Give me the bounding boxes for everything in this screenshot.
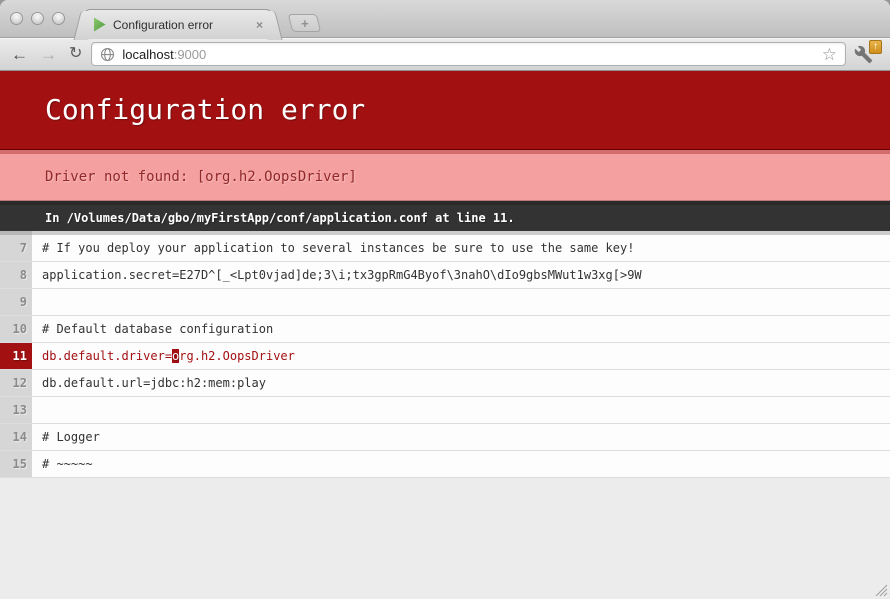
reload-button[interactable]: ↻ [66, 46, 85, 62]
address-bar[interactable]: localhost:9000 ☆ [91, 42, 846, 66]
back-button[interactable]: ← [8, 46, 31, 63]
line-code: # Logger [32, 424, 890, 450]
code-line-12: 12db.default.url=jdbc:h2:mem:play [0, 370, 890, 397]
window-resize-grip[interactable] [875, 584, 888, 597]
error-detail: Driver not found: [org.h2.OopsDriver] [0, 150, 890, 201]
tab-title: Configuration error [113, 18, 249, 32]
bookmark-star-icon[interactable]: ☆ [822, 46, 837, 63]
line-number: 10 [0, 316, 32, 342]
code-line-11: 11db.default.driver=org.h2.OopsDriver [0, 343, 890, 370]
line-number: 14 [0, 424, 32, 450]
url-port: :9000 [174, 47, 207, 62]
globe-icon [100, 47, 115, 62]
code-line-10: 10# Default database configuration [0, 316, 890, 343]
play-framework-favicon [93, 17, 106, 32]
error-page: Configuration error Driver not found: [o… [0, 71, 890, 599]
browser-window: Configuration error × + ← → ↻ localhost:… [0, 0, 890, 599]
tab-close-icon[interactable]: × [256, 19, 263, 31]
browser-toolbar: ← → ↻ localhost:9000 ☆ ↑ [0, 38, 890, 71]
line-code: application.secret=E27D^[_<Lpt0vjad]de;3… [32, 262, 890, 288]
source-code: 7# If you deploy your application to sev… [0, 231, 890, 478]
tab-configuration-error[interactable]: Configuration error × [84, 9, 272, 39]
line-code: db.default.driver=org.h2.OopsDriver [32, 343, 890, 369]
line-number: 13 [0, 397, 32, 423]
line-code: db.default.url=jdbc:h2:mem:play [32, 370, 890, 396]
code-line-9: 9 [0, 289, 890, 316]
line-number: 9 [0, 289, 32, 315]
code-line-7: 7# If you deploy your application to sev… [0, 231, 890, 262]
page-background [0, 478, 890, 599]
code-line-8: 8application.secret=E27D^[_<Lpt0vjad]de;… [0, 262, 890, 289]
line-number: 15 [0, 451, 32, 477]
window-controls [10, 12, 65, 25]
new-tab-button[interactable]: + [288, 14, 321, 32]
url-host: localhost [122, 47, 173, 62]
line-number: 12 [0, 370, 32, 396]
line-number: 11 [0, 343, 32, 369]
code-line-15: 15# ~~~~~ [0, 451, 890, 478]
code-line-13: 13 [0, 397, 890, 424]
window-zoom-button[interactable] [52, 12, 65, 25]
line-code: # If you deploy your application to seve… [32, 231, 890, 261]
plus-icon: + [301, 17, 309, 30]
window-minimize-button[interactable] [31, 12, 44, 25]
line-code: # ~~~~~ [32, 451, 890, 477]
code-line-14: 14# Logger [0, 424, 890, 451]
line-code [32, 397, 890, 423]
forward-button[interactable]: → [37, 46, 60, 63]
line-number: 8 [0, 262, 32, 288]
line-number: 7 [0, 231, 32, 261]
page-title: Configuration error [0, 71, 890, 150]
settings-menu-button[interactable]: ↑ [852, 41, 882, 67]
error-source-location: In /Volumes/Data/gbo/myFirstApp/conf/app… [0, 201, 890, 231]
tab-strip: Configuration error × + [0, 0, 890, 38]
line-code [32, 289, 890, 315]
url-text[interactable]: localhost:9000 [122, 47, 814, 62]
line-code: # Default database configuration [32, 316, 890, 342]
update-available-badge: ↑ [869, 40, 882, 54]
window-close-button[interactable] [10, 12, 23, 25]
